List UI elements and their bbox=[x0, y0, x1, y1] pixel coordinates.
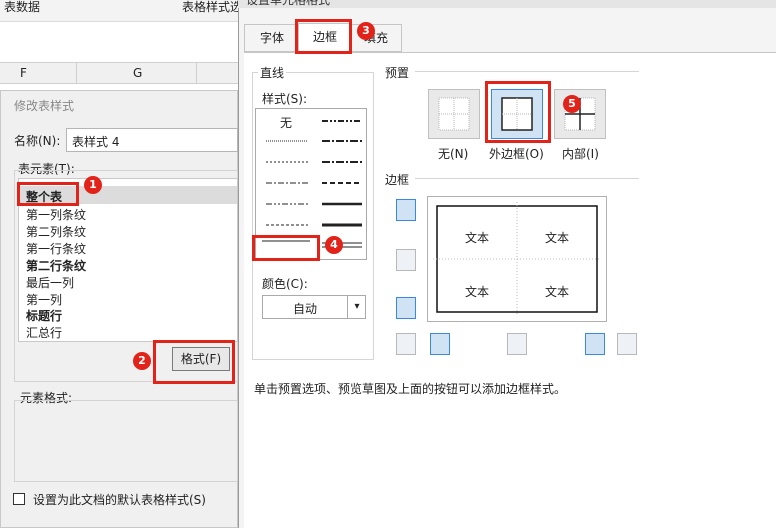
chevron-down-icon[interactable]: ▾ bbox=[347, 296, 366, 318]
border-diagonal-up-button[interactable] bbox=[396, 333, 416, 355]
preset-inside-icon bbox=[564, 97, 596, 131]
presets-divider bbox=[415, 71, 639, 72]
format-dialog-titlebar: 设置单元格格式 bbox=[238, 0, 776, 8]
style-label: 样式(S): bbox=[262, 92, 308, 106]
annotation-badge-4: 4 bbox=[325, 236, 343, 254]
preview-cell-text: 文本 bbox=[465, 285, 490, 299]
border-inside-vertical-button[interactable] bbox=[507, 333, 527, 355]
annotation-box-5 bbox=[485, 81, 551, 143]
tab-font[interactable]: 字体 bbox=[244, 24, 300, 52]
preset-outline-label[interactable]: 外边框(O) bbox=[489, 145, 544, 162]
color-dropdown-value: 自动 bbox=[293, 302, 318, 316]
format-dialog-title: 设置单元格格式 bbox=[246, 0, 331, 7]
annotation-badge-5: 5 bbox=[563, 95, 581, 113]
presets-label: 预置 bbox=[385, 66, 410, 80]
preset-none-button[interactable] bbox=[428, 89, 480, 139]
ribbon-item-table-data[interactable]: 表数据 bbox=[4, 0, 40, 15]
border-preview-drawing bbox=[433, 202, 601, 316]
border-inside-horizontal-button[interactable] bbox=[396, 249, 416, 271]
border-divider bbox=[415, 178, 639, 179]
border-diagonal-down-button[interactable] bbox=[617, 333, 637, 355]
list-item-second-row-stripe[interactable]: 第二行条纹 bbox=[26, 257, 86, 274]
preview-cell-text: 文本 bbox=[465, 231, 490, 245]
color-label: 颜色(C): bbox=[262, 277, 308, 291]
name-label: 名称(N): bbox=[14, 134, 61, 148]
name-input-value: 表样式 4 bbox=[72, 135, 120, 149]
list-item-first-row-stripe[interactable]: 第一行条纹 bbox=[26, 240, 86, 257]
modify-dialog-title: 修改表样式 bbox=[14, 99, 75, 113]
annotation-box-2 bbox=[153, 340, 235, 384]
border-bottom-button[interactable] bbox=[396, 297, 416, 319]
annotation-box-1 bbox=[17, 182, 79, 206]
preset-inside-label[interactable]: 内部(I) bbox=[562, 145, 599, 162]
border-hint-text: 单击预置选项、预览草图及上面的按钮可以添加边框样式。 bbox=[254, 382, 567, 396]
ribbon-item-table-style-options[interactable]: 表格样式选 bbox=[182, 0, 242, 15]
preview-cell-text: 文本 bbox=[545, 231, 570, 245]
annotation-badge-3: 3 bbox=[357, 22, 375, 40]
column-header-f[interactable]: F bbox=[20, 66, 27, 80]
annotation-badge-2: 2 bbox=[133, 352, 151, 370]
preview-cell-text: 文本 bbox=[545, 285, 570, 299]
list-item-first-column[interactable]: 第一列 bbox=[26, 291, 62, 308]
default-style-checkbox[interactable] bbox=[13, 493, 25, 505]
list-item-header-row[interactable]: 标题行 bbox=[26, 307, 62, 324]
excel-formula-area bbox=[0, 22, 240, 62]
preset-inside-button[interactable] bbox=[554, 89, 606, 139]
element-format-group bbox=[14, 400, 238, 482]
default-style-checkbox-label[interactable]: 设置为此文档的默认表格样式(S) bbox=[33, 491, 206, 508]
list-item-first-column-stripe[interactable]: 第一列条纹 bbox=[26, 206, 86, 223]
excel-ribbon-strip: 表数据 表格样式选 bbox=[0, 0, 242, 22]
name-input[interactable]: 表样式 4 bbox=[66, 128, 238, 152]
border-preview[interactable]: 文本 文本 文本 文本 bbox=[427, 196, 607, 322]
line-group-label: 直线 bbox=[258, 64, 287, 81]
color-dropdown[interactable]: 自动 ▾ bbox=[262, 295, 366, 319]
tab-font-label: 字体 bbox=[259, 31, 284, 45]
border-right-button[interactable] bbox=[585, 333, 605, 355]
list-item-total-row[interactable]: 汇总行 bbox=[26, 324, 62, 341]
list-item-last-column[interactable]: 最后一列 bbox=[26, 274, 74, 291]
border-left-button[interactable] bbox=[430, 333, 450, 355]
excel-column-headers: F G bbox=[0, 62, 240, 84]
list-item-second-column-stripe[interactable]: 第二列条纹 bbox=[26, 223, 86, 240]
annotation-badge-1: 1 bbox=[84, 176, 102, 194]
preset-none-label[interactable]: 无(N) bbox=[438, 145, 468, 162]
annotation-box-3 bbox=[295, 19, 352, 54]
border-top-button[interactable] bbox=[396, 199, 416, 221]
annotation-box-4 bbox=[252, 235, 320, 261]
border-section-label: 边框 bbox=[385, 173, 410, 187]
column-header-g[interactable]: G bbox=[133, 66, 142, 80]
preset-none-icon bbox=[438, 97, 470, 131]
